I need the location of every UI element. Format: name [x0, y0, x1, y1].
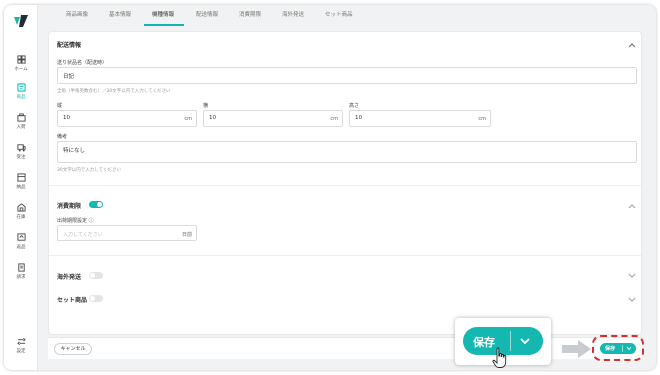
contents-value: 日記 [63, 74, 75, 80]
tab-model-info[interactable]: 機種情報 [152, 5, 174, 25]
expiry-section-title: 消費期限 [57, 203, 82, 210]
chevron-up-icon[interactable] [628, 42, 636, 48]
sidebar: ホーム 商品 入荷 受注 納品 在庫 返品 請求 設定 [4, 5, 38, 370]
ship-limit-label: 出荷期限設定 ⓘ [57, 218, 94, 224]
notes-label: 備考 [57, 134, 68, 140]
save-button-highlight: 保存 [592, 335, 644, 361]
arrival-icon [16, 113, 26, 122]
tab-expiry[interactable]: 消費期限 [239, 5, 261, 25]
width-unit: cm [330, 116, 338, 122]
sidebar-item-label: 商品 [16, 95, 26, 100]
hand-cursor-icon [492, 347, 507, 368]
active-tab-indicator [144, 24, 184, 26]
ship-limit-input[interactable]: 入力してください 日前 [57, 225, 197, 241]
sidebar-item-invoice[interactable]: 請求 [4, 263, 38, 289]
invoice-icon [17, 263, 25, 272]
save-button[interactable]: 保存 [600, 343, 636, 354]
notes-textarea[interactable]: 特になし [57, 141, 637, 163]
cancel-button[interactable]: キャンセル [54, 343, 92, 355]
sidebar-item-product[interactable]: 商品 [4, 83, 38, 109]
chevron-down-icon[interactable] [519, 337, 531, 345]
set-product-toggle[interactable] [89, 295, 103, 302]
product-icon [16, 83, 26, 92]
toggle-knob [97, 202, 102, 207]
divider [49, 255, 641, 256]
arrow-right-icon [562, 340, 591, 358]
delivery-icon [16, 173, 26, 182]
notes-value: 特になし [63, 148, 86, 154]
form-footer: キャンセル [48, 337, 642, 359]
sidebar-item-settings[interactable]: 設定 [4, 337, 38, 363]
button-divider [622, 345, 623, 352]
toggle-knob [90, 273, 95, 278]
product-form-panel: 配送情報 送り状品名（配送時） 日記 全角（半角英数含む）／30文字以内で入力し… [48, 31, 642, 335]
sidebar-item-inventory[interactable]: 在庫 [4, 203, 38, 229]
tab-set-product[interactable]: セット商品 [325, 5, 353, 25]
sidebar-item-label: ホーム [14, 67, 28, 72]
sidebar-item-home[interactable]: ホーム [4, 55, 38, 81]
sidebar-item-label: 受注 [16, 155, 26, 160]
order-icon [16, 144, 26, 152]
width-label: 横 [203, 103, 209, 109]
set-product-section-title: セット商品 [57, 297, 88, 304]
depth-input[interactable]: 10 cm [57, 110, 197, 127]
cancel-button-label: キャンセル [60, 346, 86, 352]
chevron-down-icon[interactable] [626, 346, 632, 351]
return-icon [16, 233, 26, 241]
depth-label: 縦 [57, 103, 63, 109]
height-label: 高さ [349, 103, 360, 109]
shipping-section-title: 配送情報 [57, 42, 82, 49]
tab-product-image[interactable]: 商品画像 [66, 5, 88, 25]
sidebar-item-label: 入荷 [16, 125, 26, 130]
contents-input[interactable]: 日記 [57, 67, 637, 84]
tab-bar: 商品画像 基本情報 機種情報 配送情報 消費期限 海外発送 セット商品 [52, 5, 608, 26]
overseas-section-title: 海外発送 [57, 274, 82, 281]
sidebar-item-label: 在庫 [16, 215, 26, 220]
ship-limit-placeholder: 入力してください [63, 232, 103, 238]
width-input[interactable]: 10 cm [203, 110, 343, 127]
sidebar-item-delivery[interactable]: 納品 [4, 173, 38, 199]
height-input[interactable]: 10 cm [349, 110, 491, 127]
chevron-down-icon[interactable] [628, 297, 636, 303]
divider [49, 185, 641, 186]
app-logo-icon [14, 15, 28, 27]
home-icon [16, 55, 26, 64]
tab-shipping-info[interactable]: 配送情報 [196, 5, 218, 25]
sidebar-item-arrival[interactable]: 入荷 [4, 113, 38, 139]
button-divider [510, 331, 511, 351]
app-window: ホーム 商品 入荷 受注 納品 在庫 返品 請求 設定 商品画像 基本情報 機種… [4, 5, 656, 370]
toggle-knob [90, 296, 95, 301]
depth-unit: cm [184, 116, 192, 122]
sidebar-item-order[interactable]: 受注 [4, 143, 38, 169]
sidebar-item-label: 返品 [16, 245, 26, 250]
depth-value: 10 [63, 115, 70, 121]
settings-icon [16, 337, 26, 346]
ship-limit-unit: 日前 [181, 232, 192, 238]
height-unit: cm [478, 116, 486, 122]
chevron-up-icon[interactable] [628, 203, 636, 209]
width-value: 10 [209, 115, 216, 121]
inventory-icon [16, 203, 26, 212]
save-button-label: 保存 [605, 346, 616, 352]
sidebar-item-label: 設定 [16, 349, 26, 354]
chevron-down-icon[interactable] [628, 273, 636, 279]
sidebar-item-label: 納品 [16, 185, 26, 190]
contents-label: 送り状品名（配送時） [57, 60, 108, 66]
expiry-toggle[interactable] [89, 201, 103, 208]
notes-hint: 30文字以内で入力してください [57, 168, 121, 173]
contents-hint: 全角（半角英数含む）／30文字以内で入力してください [57, 89, 171, 94]
sidebar-item-label: 請求 [16, 275, 26, 280]
tab-basic-info[interactable]: 基本情報 [109, 5, 131, 25]
tab-overseas[interactable]: 海外発送 [282, 5, 304, 25]
height-value: 10 [355, 115, 362, 121]
sidebar-item-return[interactable]: 返品 [4, 233, 38, 259]
overseas-toggle[interactable] [89, 272, 103, 279]
